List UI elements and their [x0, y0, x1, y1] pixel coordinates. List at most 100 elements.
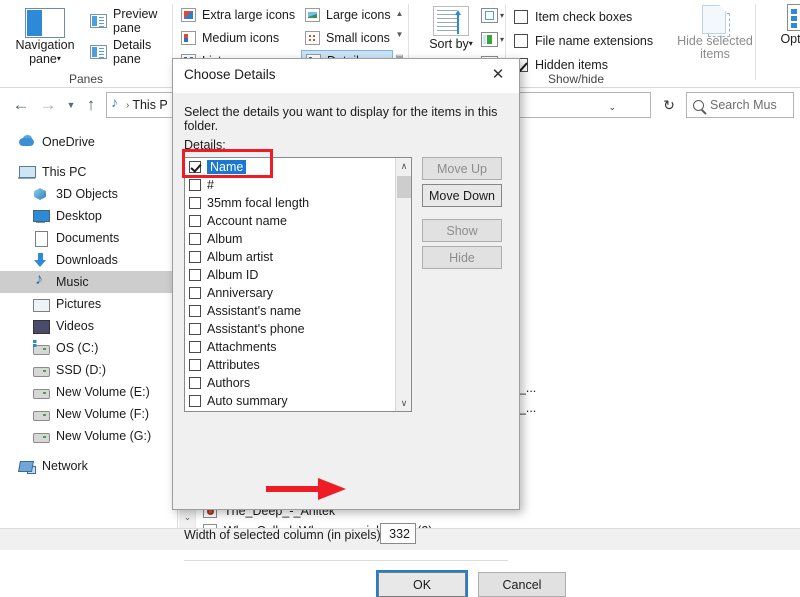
checkbox-icon[interactable] — [514, 9, 528, 24]
checkbox-icon[interactable] — [189, 341, 201, 353]
details-list-item[interactable]: Attachments — [185, 338, 411, 356]
preview-pane-button[interactable]: Preview pane — [90, 7, 172, 35]
details-list-item[interactable]: Album — [185, 230, 411, 248]
sidebar-item-os-c[interactable]: OS (C:) — [0, 337, 177, 359]
sidebar-item-new-volume-f[interactable]: New Volume (F:) — [0, 403, 177, 425]
panes-group-label: Panes — [68, 72, 104, 86]
move-up-button[interactable]: Move Up — [422, 157, 502, 180]
chevron-down-icon[interactable]: ⌄ — [179, 509, 196, 526]
checkbox-icon[interactable] — [189, 179, 201, 191]
navigation-pane-icon — [25, 8, 65, 38]
sort-by-button[interactable]: Sort by▾ — [423, 6, 479, 51]
checkbox-icon[interactable] — [514, 33, 528, 48]
sidebar-item-new-volume-g[interactable]: New Volume (G:) — [0, 425, 177, 447]
breadcrumb-item[interactable]: This P — [132, 98, 167, 112]
cancel-button[interactable]: Cancel — [478, 572, 566, 597]
sidebar-item-3d-objects[interactable]: 3D Objects — [0, 183, 177, 205]
chevron-down-icon[interactable]: ▾ — [57, 54, 61, 63]
details-list-item[interactable]: Album ID — [185, 266, 411, 284]
layout-large-icons[interactable]: Large icons — [301, 4, 393, 25]
chevron-down-icon[interactable]: ▾ — [500, 35, 504, 44]
navigation-pane-button[interactable]: Navigation pane▾ — [6, 6, 84, 68]
sidebar-item-network[interactable]: Network — [0, 455, 177, 477]
details-list-item[interactable]: Name — [185, 158, 411, 176]
checkbox-icon[interactable] — [189, 377, 201, 389]
chevron-down-icon[interactable]: ▾ — [469, 39, 473, 48]
chevron-up-icon[interactable]: ∧ — [396, 158, 411, 174]
sidebar-item-documents[interactable]: Documents — [0, 227, 177, 249]
chevron-down-icon[interactable]: ∨ — [396, 395, 411, 411]
layout-scroll-down-icon[interactable]: ▼ — [393, 27, 406, 41]
checkbox-icon[interactable] — [189, 323, 201, 335]
sidebar-item-downloads[interactable]: Downloads — [0, 249, 177, 271]
back-button[interactable]: ← — [10, 94, 32, 116]
checkbox-icon[interactable] — [189, 269, 201, 281]
layout-small-icons[interactable]: Small icons — [301, 27, 393, 48]
chevron-down-icon[interactable]: ▾ — [500, 11, 504, 20]
move-down-button[interactable]: Move Down — [422, 184, 502, 207]
show-button[interactable]: Show — [422, 219, 502, 242]
details-list-item-label: Auto summary — [207, 394, 288, 408]
sidebar-item-desktop[interactable]: Desktop — [0, 205, 177, 227]
checkbox-icon[interactable] — [189, 233, 201, 245]
details-pane-icon — [90, 45, 107, 59]
sidebar-item-ssd-d[interactable]: SSD (D:) — [0, 359, 177, 381]
sidebar-item-videos[interactable]: Videos — [0, 315, 177, 337]
details-list-item[interactable]: Anniversary — [185, 284, 411, 302]
checkbox-icon[interactable] — [189, 251, 201, 263]
layout-extra-large-icons[interactable]: Extra large icons — [177, 4, 295, 25]
checkbox-icon[interactable] — [189, 395, 201, 407]
checkbox-icon[interactable] — [189, 305, 201, 317]
chevron-down-icon[interactable]: ▾ — [771, 46, 800, 55]
hide-button[interactable]: Hide — [422, 246, 502, 269]
details-list-item[interactable]: Attributes — [185, 356, 411, 374]
sidebar-item-label: Videos — [56, 319, 94, 333]
options-button[interactable]: Options ▾ — [771, 4, 800, 55]
add-columns-button[interactable]: ▾ — [481, 32, 504, 47]
details-listbox[interactable]: Name # 35mm focal length Account name Al… — [184, 157, 412, 412]
sidebar-item-music[interactable]: Music — [0, 271, 177, 293]
checkbox-icon[interactable] — [189, 359, 201, 371]
layout-item-label: Medium icons — [202, 30, 280, 45]
navigation-pane[interactable]: OneDrive This PC 3D Objects Desktop Docu… — [0, 123, 178, 528]
details-list-item[interactable]: Album artist — [185, 248, 411, 266]
details-list-item-label: Account name — [207, 214, 287, 228]
details-list-item[interactable]: 35mm focal length — [185, 194, 411, 212]
details-list-item[interactable]: Account name — [185, 212, 411, 230]
details-list-item[interactable]: Assistant's phone — [185, 320, 411, 338]
details-list-item[interactable]: Auto summary — [185, 392, 411, 410]
file-name-extensions-option[interactable]: File name extensions — [514, 30, 653, 51]
sidebar-item-label: Documents — [56, 231, 120, 245]
up-button[interactable]: ↑ — [80, 94, 102, 116]
close-icon[interactable]: ✕ — [477, 59, 519, 89]
layout-scroll-up-icon[interactable]: ▲ — [393, 6, 406, 20]
onedrive-icon — [18, 134, 35, 150]
details-list-item[interactable]: # — [185, 176, 411, 194]
search-input[interactable]: Search Mus — [686, 92, 794, 118]
sidebar-item-pictures[interactable]: Pictures — [0, 293, 177, 315]
sidebar-item-new-volume-e[interactable]: New Volume (E:) — [0, 381, 177, 403]
chevron-down-icon[interactable]: ⌄ — [608, 102, 616, 113]
group-by-button[interactable]: ▾ — [481, 8, 504, 23]
refresh-button[interactable]: ↻ — [658, 94, 680, 116]
item-check-boxes-option[interactable]: Item check boxes — [514, 6, 632, 27]
details-pane-button[interactable]: Details pane — [90, 38, 172, 66]
details-list-item[interactable]: Assistant's name — [185, 302, 411, 320]
layout-medium-icons[interactable]: Medium icons — [177, 27, 295, 48]
hide-selected-items-button[interactable]: Hide selected items — [676, 4, 754, 61]
details-list-item[interactable]: Authors — [185, 374, 411, 392]
checkbox-checked-icon[interactable] — [189, 161, 201, 173]
ok-button[interactable]: OK — [376, 570, 468, 597]
checkbox-icon[interactable] — [189, 215, 201, 227]
recent-locations-icon[interactable]: ▼ — [60, 94, 82, 116]
sidebar-item-this-pc[interactable]: This PC — [0, 161, 177, 183]
checkbox-icon[interactable] — [189, 197, 201, 209]
column-width-input[interactable]: 332 — [380, 523, 416, 544]
details-list-item[interactable]: Availability — [185, 410, 411, 411]
details-list-scrollbar-thumb[interactable] — [397, 176, 411, 198]
forward-button[interactable]: → — [37, 94, 59, 116]
details-list-scrollbar[interactable]: ∧ ∨ — [395, 158, 411, 411]
details-list-item-label: Anniversary — [207, 286, 273, 300]
checkbox-icon[interactable] — [189, 287, 201, 299]
sidebar-item-onedrive[interactable]: OneDrive — [0, 131, 177, 153]
